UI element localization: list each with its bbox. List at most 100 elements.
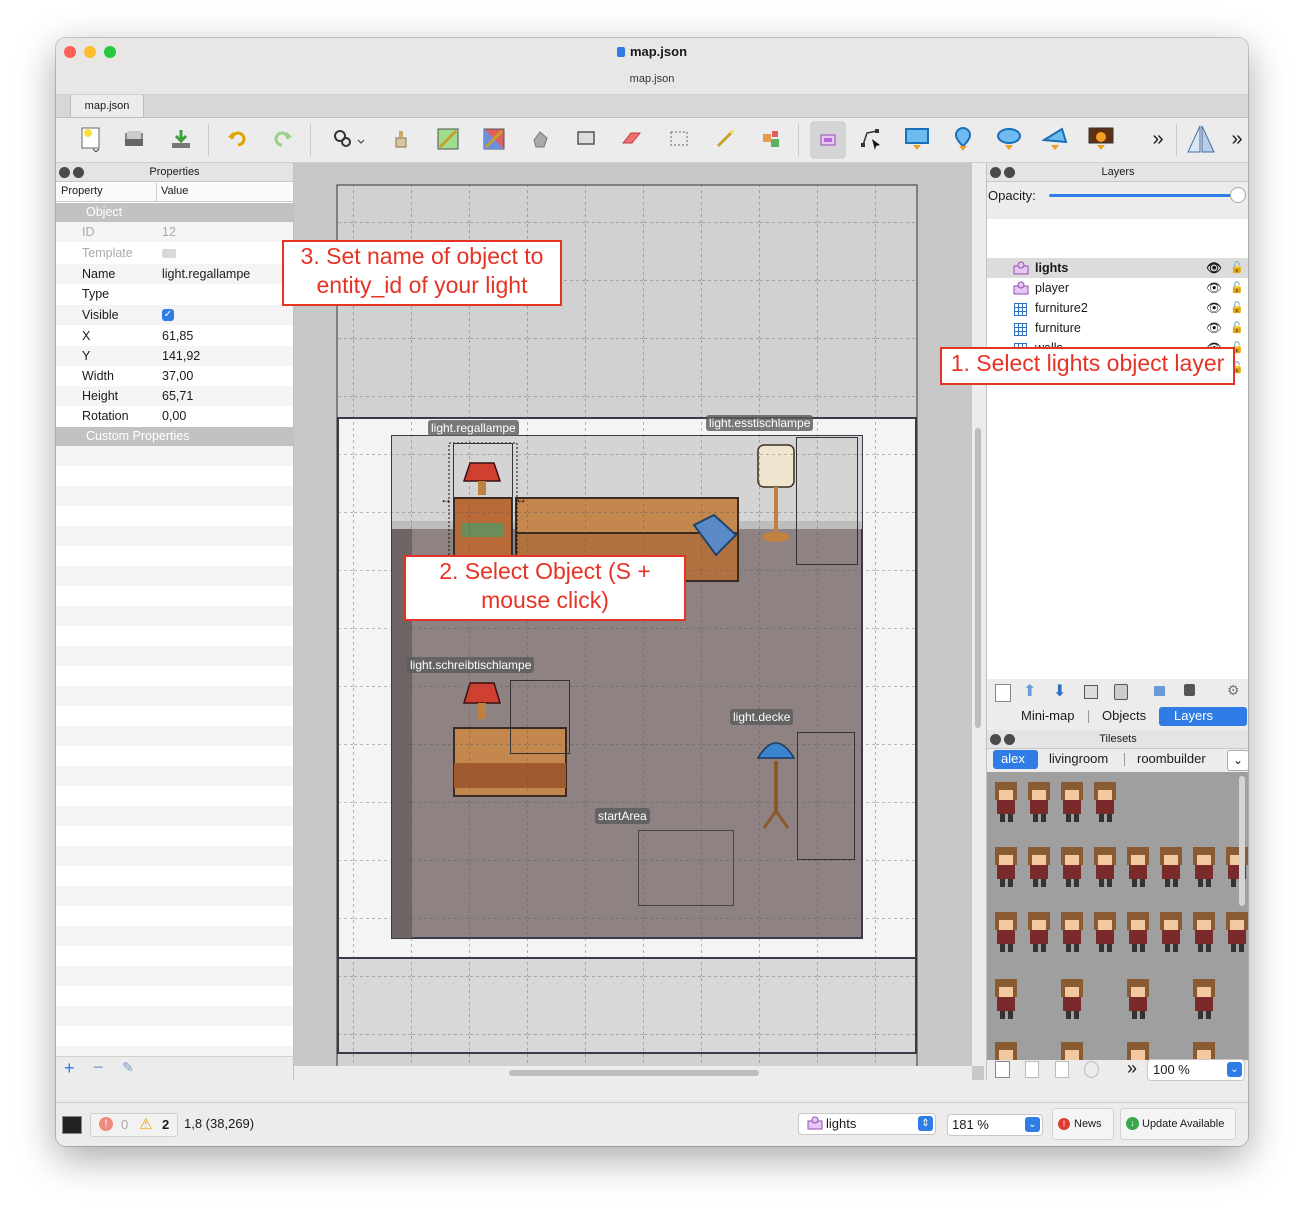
update-button[interactable]: ↓ Update Available [1120,1108,1236,1140]
open-icon[interactable] [119,124,149,154]
sprite-tile[interactable] [995,847,1017,887]
bucket-fill-icon[interactable] [479,124,509,154]
tab-livingroom[interactable]: livingroom [1049,750,1108,768]
new-map-icon[interactable] [76,124,106,154]
export-tileset-icon[interactable] [1055,1061,1069,1078]
sprite-tile[interactable] [1127,847,1149,887]
issues-button[interactable]: ! 0 ⚠ 2 [90,1113,178,1137]
magic-wand-icon[interactable] [710,124,740,154]
insert-tile-icon[interactable] [1086,124,1116,154]
prop-row-x[interactable]: X 61,85 [56,326,293,346]
news-button[interactable]: ! News [1052,1108,1114,1140]
eye-icon[interactable]: 👁 [1206,278,1222,298]
col-property[interactable]: Property [61,185,103,197]
shape-fill-icon[interactable] [525,124,555,154]
tab-mini-map[interactable]: Mini-map [1021,707,1074,725]
layer-row-lights[interactable]: lights 👁 🔓 [987,258,1248,278]
layer-row-furniture2[interactable]: furniture2 👁 🔓 [987,298,1248,318]
sprite-tile[interactable] [1061,1042,1083,1060]
close-panel-icon[interactable] [990,734,1001,745]
duplicate-layer-icon[interactable] [1084,685,1098,699]
tileset-scroll-thumb[interactable] [1239,776,1245,906]
section-custom-properties[interactable]: Custom Properties [56,427,293,446]
sprite-tile[interactable] [1127,912,1149,952]
tileset-overflow-button[interactable]: » [1127,1058,1137,1079]
object-box-startarea[interactable] [638,830,734,906]
sprite-tile[interactable] [1160,847,1182,887]
tab-alex[interactable]: alex [1001,750,1025,768]
sprite-tile[interactable] [1061,782,1083,822]
section-object[interactable]: Object [56,203,293,222]
prop-row-height[interactable]: Height 65,71 [56,386,293,406]
eraser-icon[interactable] [617,124,647,154]
stamp-dropdown-icon[interactable] [328,124,368,154]
object-label[interactable]: light.esstischlampe [706,415,814,431]
object-label[interactable]: light.decke [730,709,794,725]
layer-settings-icon[interactable]: ⚙ [1227,682,1240,699]
prop-row-type[interactable]: Type [56,284,293,304]
prop-row-y[interactable]: Y 141,92 [56,346,293,366]
sprite-tile[interactable] [995,979,1017,1019]
close-panel-icon[interactable] [990,167,1001,178]
sprite-tile[interactable] [1094,782,1116,822]
document-tab[interactable]: map.json [70,95,144,117]
undo-icon[interactable] [222,124,252,154]
prop-row-id[interactable]: ID 12 [56,222,293,242]
object-box-decke[interactable] [797,732,855,860]
float-panel-icon[interactable] [1004,734,1015,745]
tileset-zoom-combo[interactable]: 100 % ⌄ [1147,1059,1245,1081]
delete-layer-icon[interactable] [1114,684,1128,700]
raise-layer-icon[interactable]: ⬆ [1023,681,1036,701]
object-box-esstischlampe[interactable] [796,437,858,565]
lock-icon[interactable]: 🔓 [1230,278,1244,298]
redo-icon[interactable] [268,124,298,154]
prop-row-name[interactable]: Name light.regallampe [56,264,293,284]
eye-icon[interactable]: 👁 [1206,258,1222,278]
sprite-tile[interactable] [1061,847,1083,887]
toolbar-overflow-button[interactable]: » [1143,124,1173,154]
lock-others-icon[interactable] [1184,684,1195,696]
sprite-tile[interactable] [1061,979,1083,1019]
prop-row-template[interactable]: Template [56,243,293,263]
new-layer-icon[interactable] [995,684,1011,702]
sprite-tile[interactable] [995,1042,1017,1060]
wang-brush-icon[interactable] [433,124,463,154]
select-same-tile-icon[interactable] [756,124,786,154]
prop-row-rotation[interactable]: Rotation 0,00 [56,406,293,426]
insert-polygon-icon[interactable] [1040,124,1070,154]
object-label[interactable]: light.schreibtischlampe [407,657,535,673]
object-label[interactable]: startArea [595,808,650,824]
tab-roombuilder[interactable]: roombuilder [1137,750,1206,768]
sprite-tile[interactable] [1193,847,1215,887]
sprite-tile[interactable] [1061,912,1083,952]
toolbar-overflow-button-2[interactable]: » [1222,124,1248,154]
vertical-scrollbar[interactable] [972,163,984,1066]
select-objects-icon[interactable] [810,121,846,159]
new-tileset-icon[interactable] [995,1061,1010,1078]
minus-icon[interactable]: − [93,1057,104,1078]
tab-layers[interactable]: Layers [1174,707,1213,725]
lower-layer-icon[interactable]: ⬇ [1053,681,1066,701]
lock-icon[interactable]: 🔓 [1230,318,1244,338]
sprite-tile[interactable] [1094,912,1116,952]
layer-row-furniture[interactable]: furniture 👁 🔓 [987,318,1248,338]
insert-ellipse-icon[interactable] [994,124,1024,154]
layer-row-player[interactable]: player 👁 🔓 [987,278,1248,298]
close-panel-icon[interactable] [59,167,70,178]
current-layer-combo[interactable]: lights ⇕ [798,1113,936,1135]
insert-rectangle-icon[interactable] [902,124,932,154]
insert-point-icon[interactable] [948,124,978,154]
show-hide-others-icon[interactable] [1154,686,1165,696]
rectangular-select-icon[interactable] [664,124,694,154]
sprite-tile[interactable] [1193,1042,1215,1060]
sprite-tile[interactable] [995,912,1017,952]
sprite-tile[interactable] [1028,782,1050,822]
pencil-icon[interactable]: ✎ [122,1059,134,1076]
rectangle-tool-icon[interactable] [571,124,601,154]
tileset-view[interactable] [987,772,1248,1060]
sprite-tile[interactable] [1193,979,1215,1019]
opacity-slider[interactable] [1049,194,1239,197]
save-icon[interactable] [166,124,196,154]
tab-objects[interactable]: Objects [1102,707,1146,725]
edit-tileset-icon[interactable] [1084,1061,1099,1078]
